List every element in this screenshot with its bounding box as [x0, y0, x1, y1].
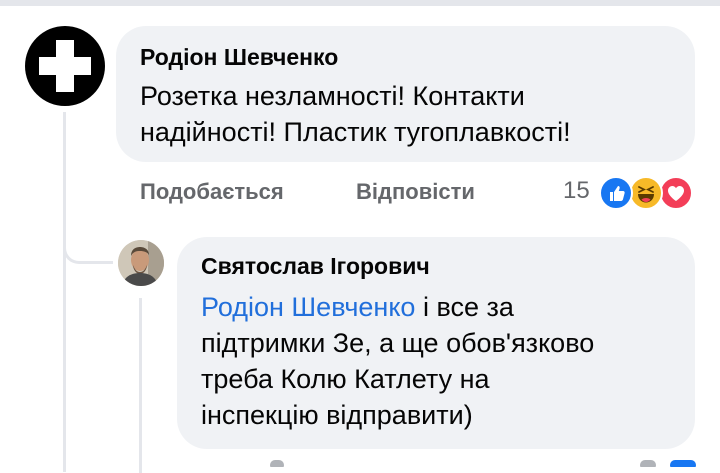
cross-icon-horizontal	[39, 57, 91, 75]
love-icon	[659, 176, 693, 210]
reply-bubble: Святослав Ігорович Родіон Шевченко і все…	[177, 237, 695, 449]
reply-text-fragment: і все за	[415, 292, 514, 322]
mention-link[interactable]: Родіон Шевченко	[201, 292, 415, 322]
reply-author[interactable]: Святослав Ігорович	[201, 251, 671, 281]
thread-branch-line	[63, 222, 113, 264]
comment-text-line: Розетка незламності! Контакти	[140, 81, 525, 111]
reply-text-line: підтримки Зе, а ще обов'язково	[201, 328, 595, 358]
comment-author[interactable]: Родіон Шевченко	[140, 42, 671, 72]
reply-text: Родіон Шевченко і все за підтримки Зе, а…	[201, 289, 671, 433]
next-actions-row-partial	[0, 460, 720, 467]
reply-text-line: Родіон Шевченко і все за	[201, 289, 671, 325]
comment-text: Розетка незламності! Контакти надійності…	[140, 78, 671, 150]
like-icon	[599, 176, 633, 210]
reaction-count: 15	[563, 177, 590, 204]
reply-thread-line	[139, 298, 142, 473]
haha-icon	[629, 176, 663, 210]
partial-reaction-icon	[670, 460, 696, 467]
avatar[interactable]	[118, 240, 164, 286]
avatar[interactable]	[25, 26, 105, 106]
top-divider	[0, 0, 720, 6]
like-button[interactable]: Подобається	[140, 176, 284, 208]
reply-text-line: інспекцію відправити)	[201, 400, 473, 430]
person-icon	[118, 240, 164, 286]
comment-text-line: надійності! Пластик тугоплавкості!	[140, 117, 571, 147]
thread-line	[63, 112, 66, 472]
comment-bubble: Родіон Шевченко Розетка незламності! Кон…	[116, 26, 695, 162]
reply-button[interactable]: Відповісти	[356, 176, 475, 208]
partial-glyph	[270, 460, 284, 467]
partial-glyph	[640, 460, 656, 467]
reply-text-line: треба Колю Катлету на	[201, 364, 490, 394]
reactions-summary[interactable]: 15	[563, 174, 698, 210]
